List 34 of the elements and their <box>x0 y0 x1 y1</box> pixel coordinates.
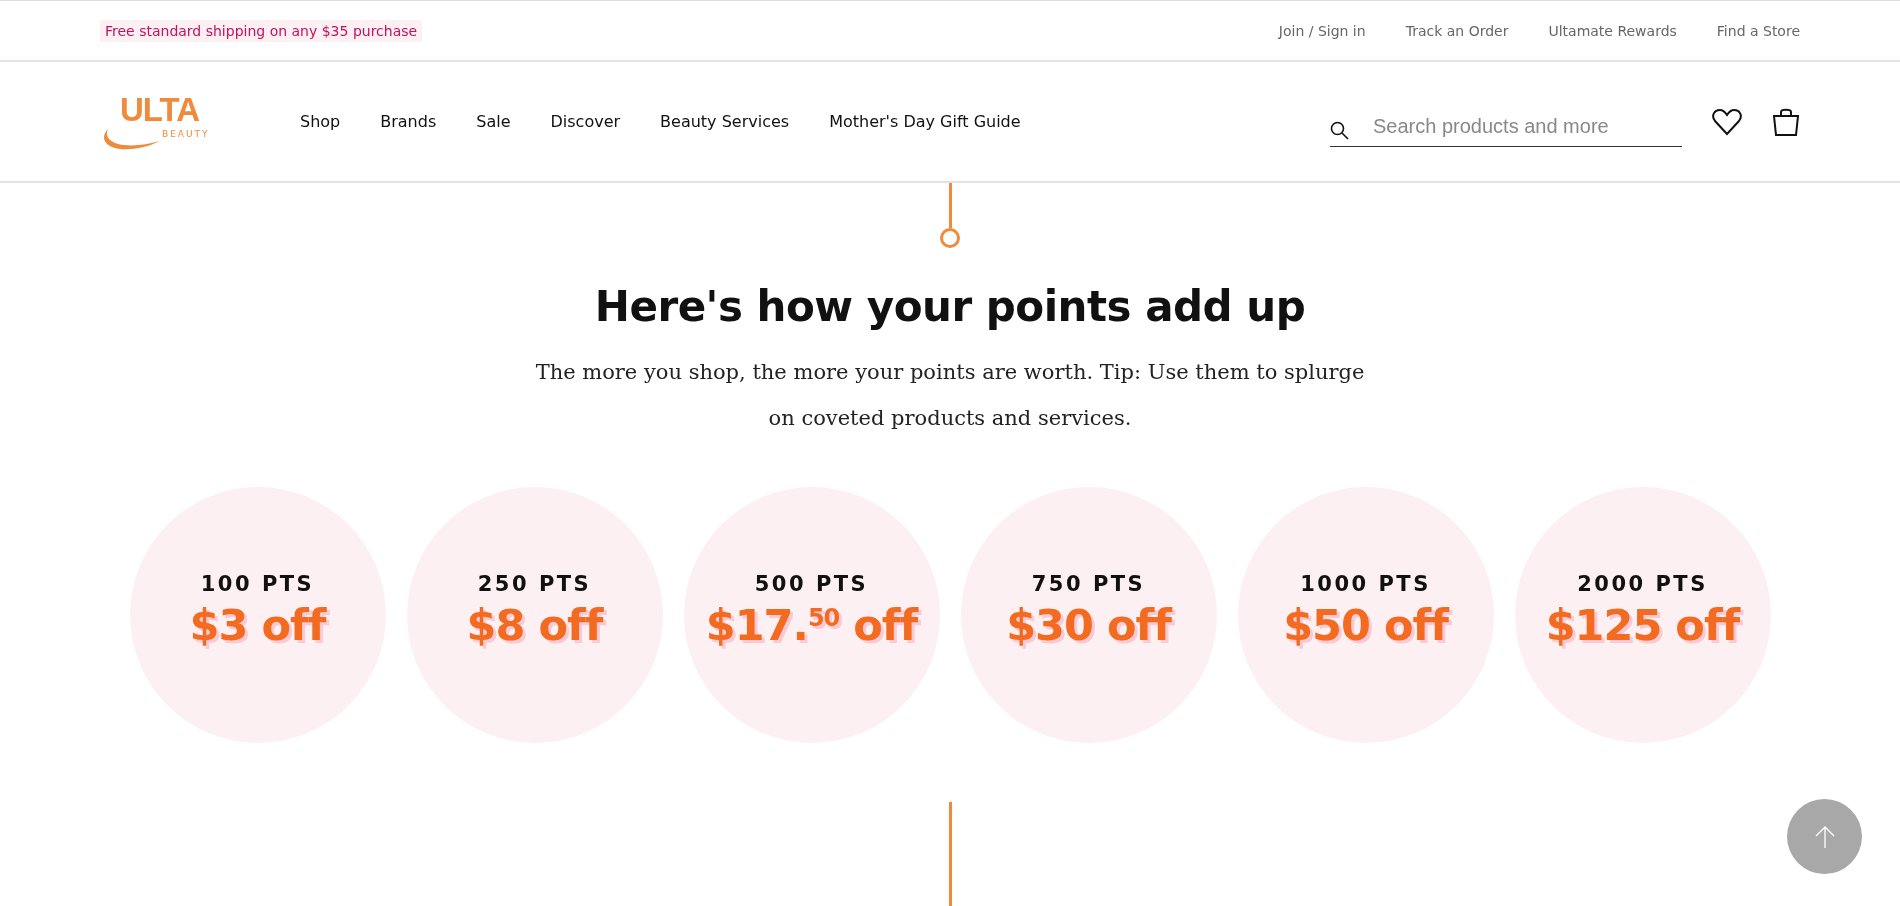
promo-banner: Free standard shipping on any $35 purchase <box>100 19 423 42</box>
nav-link[interactable]: Sale <box>476 112 511 131</box>
logo-subtitle: BEAUTY <box>162 128 210 139</box>
discount-value: $125 off <box>1545 600 1740 650</box>
wishlist-button[interactable] <box>1712 107 1742 136</box>
timeline-node <box>940 228 960 248</box>
bag-icon <box>1772 106 1800 137</box>
points-label: 2000 PTS <box>1577 572 1708 596</box>
nav-link[interactable]: Beauty Services <box>660 112 790 131</box>
intro-text: The more you shop, the more your points are worth. Tip: Use them to splurge on coveted products and services. <box>534 359 1366 432</box>
logo-wordmark: ULTA <box>120 91 200 128</box>
utility-link[interactable]: Ultamate Rewards <box>1548 22 1677 39</box>
points-label: 750 PTS <box>1031 572 1146 596</box>
points-label: 500 PTS <box>754 572 869 596</box>
points-label: 1000 PTS <box>1300 572 1431 596</box>
bag-button[interactable] <box>1772 106 1800 137</box>
utility-link[interactable]: Track an Order <box>1405 22 1509 39</box>
section-heading: Here's how your points add up <box>594 282 1306 331</box>
discount-value: $8 off <box>466 600 603 650</box>
points-label: 100 PTS <box>200 572 315 596</box>
nav-link[interactable]: Shop <box>300 112 341 131</box>
utility-link[interactable]: Find a Store <box>1716 22 1800 39</box>
utility-link[interactable]: Join / Sign in <box>1278 22 1366 39</box>
discount-value: $3 off <box>189 600 326 650</box>
nav-link[interactable]: Mother's Day Gift Guide <box>829 112 1021 131</box>
timeline-line <box>948 183 952 228</box>
heart-icon <box>1712 107 1742 136</box>
discount-value: $50 off <box>1283 600 1448 650</box>
nav-link[interactable]: Brands <box>380 112 437 131</box>
discount-value: $17.$^{50}$ off <box>705 600 918 650</box>
nav-link[interactable]: Discover <box>550 112 621 131</box>
arrow-up-icon <box>1813 824 1836 849</box>
discount-value: $30 off <box>1006 600 1171 650</box>
points-label: 250 PTS <box>477 572 592 596</box>
